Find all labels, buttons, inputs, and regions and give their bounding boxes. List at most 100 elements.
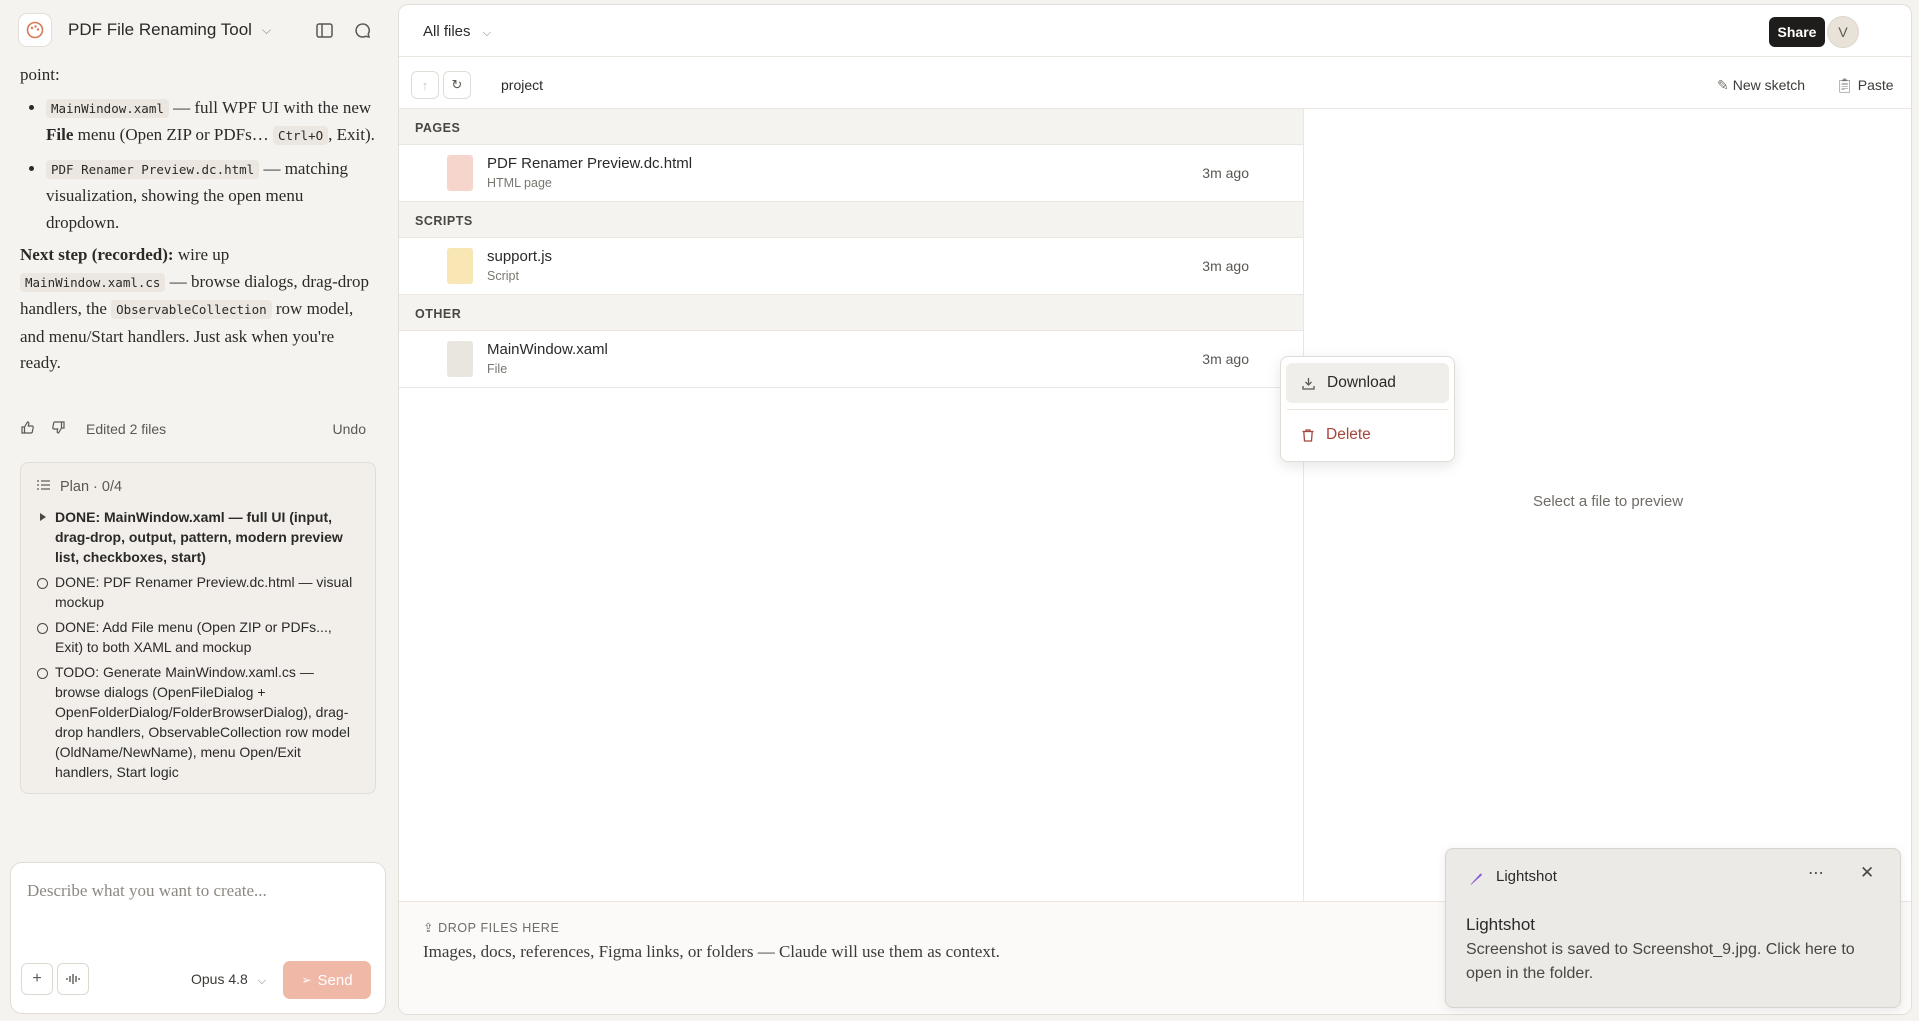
composer: Describe what you want to create... + Op… <box>10 862 386 1014</box>
waveform-icon <box>66 974 80 984</box>
circle-icon <box>37 578 48 589</box>
plan-item-text: TODO: Generate MainWindow.xaml.cs — brow… <box>55 664 350 780</box>
upload-icon: ⇪ <box>423 921 435 935</box>
undo-button[interactable]: Undo <box>333 421 366 437</box>
drop-label-text: DROP FILES HERE <box>438 921 560 935</box>
filter-label: All files <box>423 23 471 40</box>
prompt-input[interactable]: Describe what you want to create... <box>27 881 267 901</box>
send-icon: ➢ <box>301 973 312 987</box>
send-button[interactable]: ➢ Send <box>283 961 371 999</box>
list-item: PDF Renamer Preview.dc.html — matching v… <box>46 156 376 237</box>
plan-header[interactable]: Plan · 0/4 <box>37 477 359 497</box>
file-time: 3m ago <box>1202 351 1249 367</box>
chat-panel: PDF File Renaming Tool ⌵ point: MainWind… <box>0 0 396 1021</box>
message-text: wire up <box>173 245 230 264</box>
chevron-down-icon: ⌵ <box>257 975 267 987</box>
generic-file-icon <box>447 341 473 377</box>
message-actions: Edited 2 files Undo <box>20 418 376 440</box>
close-icon[interactable]: ✕ <box>1860 863 1874 883</box>
drop-hint: Images, docs, references, Figma links, o… <box>423 942 1000 961</box>
circle-icon <box>37 668 48 679</box>
add-attachment-button[interactable]: + <box>21 963 53 995</box>
file-list: PAGES PDF Renamer Preview.dc.html HTML p… <box>399 109 1304 901</box>
inline-code: MainWindow.xaml <box>46 98 169 118</box>
plan-title: Plan · 0/4 <box>60 479 123 495</box>
palette-logo-icon[interactable] <box>18 13 52 47</box>
chevron-down-icon: ⌵ <box>482 27 492 39</box>
chat-topbar: PDF File Renaming Tool ⌵ <box>0 0 396 60</box>
file-row[interactable]: MainWindow.xaml File 3m ago <box>399 331 1303 388</box>
circle-icon <box>37 623 48 634</box>
file-time: 3m ago <box>1202 258 1249 274</box>
up-arrow-icon[interactable]: ↑ <box>411 71 439 99</box>
edited-files-label[interactable]: Edited 2 files <box>86 421 166 437</box>
avatar[interactable]: V <box>1827 16 1859 48</box>
plan-card: Plan · 0/4 DONE: MainWindow.xaml — full … <box>20 462 376 794</box>
delete-label: Delete <box>1326 426 1371 443</box>
pencil-icon: ✎ <box>1717 77 1729 93</box>
thumbs-down-icon[interactable] <box>51 420 66 438</box>
file-context-menu: Download Delete <box>1280 356 1455 462</box>
breadcrumb[interactable]: project <box>501 77 543 93</box>
menu-divider <box>1287 409 1448 410</box>
new-sketch-button[interactable]: ✎ New sketch <box>1717 77 1805 94</box>
new-sketch-label: New sketch <box>1732 77 1806 93</box>
section-header-other: OTHER <box>399 295 1303 331</box>
html-file-icon <box>447 155 473 191</box>
section-header-pages: PAGES <box>399 109 1303 145</box>
share-button[interactable]: Share <box>1769 17 1825 47</box>
message-text: menu (Open ZIP or PDFs… <box>73 125 273 144</box>
clipboard-icon: 📋︎ <box>1836 77 1854 93</box>
script-file-icon <box>447 248 473 284</box>
file-row[interactable]: support.js Script 3m ago <box>399 238 1303 295</box>
next-step-paragraph: Next step (recorded): wire up MainWindow… <box>20 242 376 377</box>
voice-button[interactable] <box>57 963 89 995</box>
bold-text: File <box>46 125 74 144</box>
inline-code: ObservableCollection <box>111 300 272 319</box>
bold-text: Next step (recorded): <box>20 245 174 264</box>
file-time: 3m ago <box>1202 165 1249 181</box>
toast-body: Screenshot is saved to Screenshot_9.jpg.… <box>1466 941 1855 982</box>
download-menu-item[interactable]: Download <box>1286 363 1449 403</box>
file-row[interactable]: PDF Renamer Preview.dc.html HTML page 3m… <box>399 145 1303 202</box>
file-name: PDF Renamer Preview.dc.html <box>487 155 693 172</box>
file-name: MainWindow.xaml <box>487 341 608 358</box>
model-selector[interactable]: Opus 4.8 ⌵ <box>191 971 266 988</box>
plan-item-text: DONE: PDF Renamer Preview.dc.html — visu… <box>55 574 353 610</box>
project-title[interactable]: PDF File Renaming Tool <box>68 20 252 40</box>
chevron-down-icon[interactable]: ⌵ <box>262 23 271 38</box>
files-filter-dropdown[interactable]: All files ⌵ <box>423 23 491 40</box>
more-options-icon[interactable]: ⋯ <box>1808 863 1824 883</box>
assistant-message: point: MainWindow.xaml — full WPF UI wit… <box>20 62 376 377</box>
delete-menu-item[interactable]: Delete <box>1286 415 1449 455</box>
message-text: , Exit). <box>328 125 375 144</box>
send-label: Send <box>317 971 353 989</box>
plan-item: DONE: Add File menu (Open ZIP or PDFs...… <box>37 617 359 657</box>
files-header: All files ⌵ Share V <box>399 5 1911 57</box>
paste-label: Paste <box>1857 77 1894 93</box>
toast-title: Lightshot <box>1466 915 1535 934</box>
plus-icon: + <box>32 970 42 987</box>
file-type: Script <box>487 269 519 283</box>
drop-label: ⇪ DROP FILES HERE <box>423 920 559 935</box>
thumbs-up-icon[interactable] <box>20 420 35 438</box>
refresh-icon[interactable]: ↻ <box>443 71 471 99</box>
inline-code: MainWindow.xaml.cs <box>20 272 166 292</box>
files-toolbar: ↑ ↻ project ✎ New sketch 📋︎ Paste <box>399 57 1911 109</box>
plan-item-text: DONE: Add File menu (Open ZIP or PDFs...… <box>55 619 332 655</box>
plan-item: DONE: PDF Renamer Preview.dc.html — visu… <box>37 572 359 612</box>
message-bullets: MainWindow.xaml — full WPF UI with the n… <box>46 95 376 237</box>
message-text: — full WPF UI with the new <box>168 97 372 117</box>
file-type: HTML page <box>487 176 552 190</box>
trash-icon <box>1302 428 1314 442</box>
feather-icon <box>1470 873 1482 885</box>
file-name: support.js <box>487 248 553 265</box>
new-chat-icon[interactable] <box>352 20 372 40</box>
paste-button[interactable]: 📋︎ Paste <box>1836 77 1894 94</box>
plan-item: DONE: MainWindow.xaml — full UI (input, … <box>37 507 359 567</box>
lightshot-notification[interactable]: Lightshot ⋯ ✕ Lightshot Screenshot is sa… <box>1445 848 1901 1008</box>
plan-item-text: DONE: MainWindow.xaml — full UI (input, … <box>55 509 343 565</box>
plan-item: TODO: Generate MainWindow.xaml.cs — brow… <box>37 662 359 782</box>
sidebar-toggle-icon[interactable] <box>314 20 334 40</box>
download-icon <box>1302 377 1315 390</box>
